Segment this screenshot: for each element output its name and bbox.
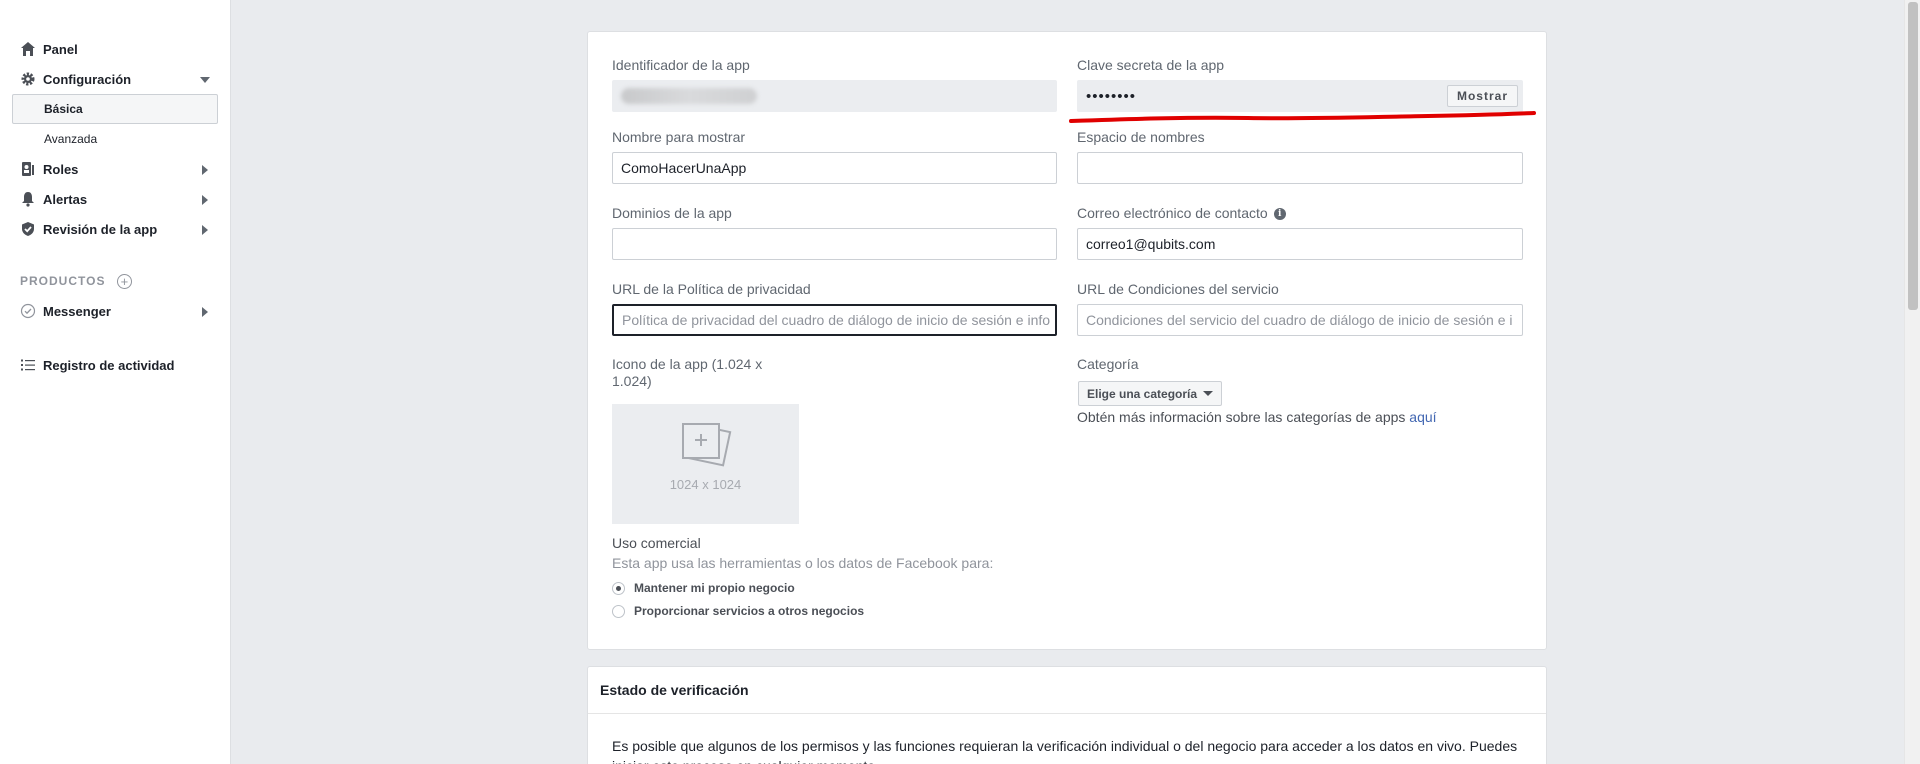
productos-label: PRODUCTOS <box>20 274 106 288</box>
contact-email-label-row: Correo electrónico de contacto i <box>1077 205 1286 221</box>
category-dropdown-label: Elige una categoría <box>1087 386 1198 401</box>
app-id-field[interactable] <box>612 80 1057 112</box>
sidebar-item-label: Panel <box>43 41 78 57</box>
app-secret-field[interactable]: •••••••• Mostrar <box>1077 80 1523 112</box>
chevron-right-icon <box>202 307 208 317</box>
home-icon <box>20 41 36 57</box>
commercial-option-other-businesses[interactable]: Proporcionar servicios a otros negocios <box>612 604 864 618</box>
sidebar-item-label: Revisión de la app <box>43 221 158 237</box>
sidebar-item-revision[interactable]: Revisión de la app <box>0 214 230 244</box>
app-icon-label: Icono de la app (1.024 x 1.024) <box>612 356 762 390</box>
app-icon-upload[interactable]: 1024 x 1024 <box>612 404 799 524</box>
category-label: Categoría <box>1077 356 1139 372</box>
app-icon-dimensions: 1024 x 1024 <box>669 477 742 492</box>
sidebar-subitem-basica[interactable]: Básica <box>12 94 218 124</box>
commercial-use-description: Esta app usa las herramientas o los dato… <box>612 555 994 571</box>
commercial-use-label: Uso comercial <box>612 535 701 551</box>
sidebar-subitem-avanzada[interactable]: Avanzada <box>0 124 230 154</box>
sidebar-item-registro[interactable]: Registro de actividad <box>0 350 230 380</box>
page-scrollbar[interactable] <box>1904 0 1920 764</box>
shield-check-icon <box>20 221 36 237</box>
sidebar-item-label: Roles <box>43 161 79 177</box>
sidebar-item-panel[interactable]: Panel <box>0 34 230 64</box>
verification-status-card: Estado de verificación Es posible que al… <box>587 666 1547 764</box>
app-id-label: Identificador de la app <box>612 57 750 73</box>
display-name-input[interactable]: ComoHacerUnaApp <box>612 152 1057 184</box>
chevron-down-icon <box>200 77 210 83</box>
terms-url-placeholder: Condiciones del servicio del cuadro de d… <box>1086 312 1513 328</box>
red-underline-annotation <box>1069 111 1536 123</box>
app-icon-label-line1: Icono de la app (1.024 x <box>612 356 763 372</box>
contact-email-label: Correo electrónico de contacto <box>1077 205 1268 221</box>
show-secret-button[interactable]: Mostrar <box>1446 85 1518 107</box>
bell-icon <box>20 191 36 207</box>
display-name-value: ComoHacerUnaApp <box>621 160 747 176</box>
contact-email-input[interactable]: correo1@qubits.com <box>1077 228 1523 260</box>
list-icon <box>20 357 36 373</box>
check-circle-icon <box>20 303 36 319</box>
sidebar: Panel Configuración Básica Avanzada Role… <box>0 0 231 764</box>
privacy-url-placeholder: Política de privacidad del cuadro de diá… <box>622 312 1051 328</box>
privacy-url-input[interactable]: Política de privacidad del cuadro de diá… <box>612 304 1057 336</box>
sidebar-item-alertas[interactable]: Alertas <box>0 184 230 214</box>
add-product-icon[interactable]: + <box>117 273 133 289</box>
sidebar-item-configuracion[interactable]: Configuración <box>0 64 230 94</box>
chevron-right-icon <box>202 165 208 175</box>
caret-down-icon <box>1203 391 1214 396</box>
display-name-label: Nombre para mostrar <box>612 129 746 145</box>
category-info-text: Obtén más información sobre las categorí… <box>1077 409 1406 425</box>
radio-button[interactable] <box>612 604 625 618</box>
verification-body: Es posible que algunos de los permisos y… <box>612 738 1518 764</box>
chevron-right-icon <box>202 195 208 205</box>
redacted-app-id <box>621 88 757 104</box>
sidebar-item-roles[interactable]: Roles <box>0 154 230 184</box>
commercial-option-label: Proporcionar servicios a otros negocios <box>634 604 865 618</box>
category-info-link[interactable]: aquí <box>1409 409 1436 425</box>
sidebar-subitem-label: Avanzada <box>44 132 98 146</box>
chevron-right-icon <box>202 225 208 235</box>
productos-section-header: PRODUCTOS + <box>0 266 230 296</box>
app-secret-value: •••••••• <box>1086 87 1137 105</box>
roles-icon <box>20 161 36 177</box>
sidebar-item-messenger[interactable]: Messenger <box>0 296 230 326</box>
sidebar-item-label: Registro de actividad <box>43 357 175 373</box>
namespace-label: Espacio de nombres <box>1077 129 1205 145</box>
gear-icon <box>20 71 36 87</box>
sidebar-item-label: Messenger <box>43 303 111 319</box>
privacy-url-label: URL de la Política de privacidad <box>612 281 811 297</box>
sidebar-item-label: Alertas <box>43 191 88 207</box>
radio-button-selected[interactable] <box>612 581 625 595</box>
commercial-option-label: Mantener mi propio negocio <box>634 581 795 595</box>
basic-settings-card: Identificador de la app Clave secreta de… <box>587 31 1547 650</box>
terms-url-input[interactable]: Condiciones del servicio del cuadro de d… <box>1077 304 1523 336</box>
namespace-input[interactable] <box>1077 152 1523 184</box>
verification-title: Estado de verificación <box>588 667 1546 714</box>
info-icon[interactable]: i <box>1273 208 1286 221</box>
contact-email-value: correo1@qubits.com <box>1086 236 1216 252</box>
sidebar-subitem-label: Básica <box>44 102 83 116</box>
terms-url-label: URL de Condiciones del servicio <box>1077 281 1279 297</box>
scrollbar-thumb[interactable] <box>1908 2 1918 310</box>
app-domains-input[interactable] <box>612 228 1057 260</box>
category-info: Obtén más información sobre las categorí… <box>1077 409 1437 425</box>
app-icon-label-line2: 1.024) <box>612 373 652 389</box>
category-dropdown[interactable]: Elige una categoría <box>1078 381 1223 406</box>
commercial-option-own-business[interactable]: Mantener mi propio negocio <box>612 581 795 595</box>
sidebar-item-label: Configuración <box>43 71 132 87</box>
app-secret-label: Clave secreta de la app <box>1077 57 1225 73</box>
app-domains-label: Dominios de la app <box>612 205 732 221</box>
add-image-icon <box>682 423 732 467</box>
